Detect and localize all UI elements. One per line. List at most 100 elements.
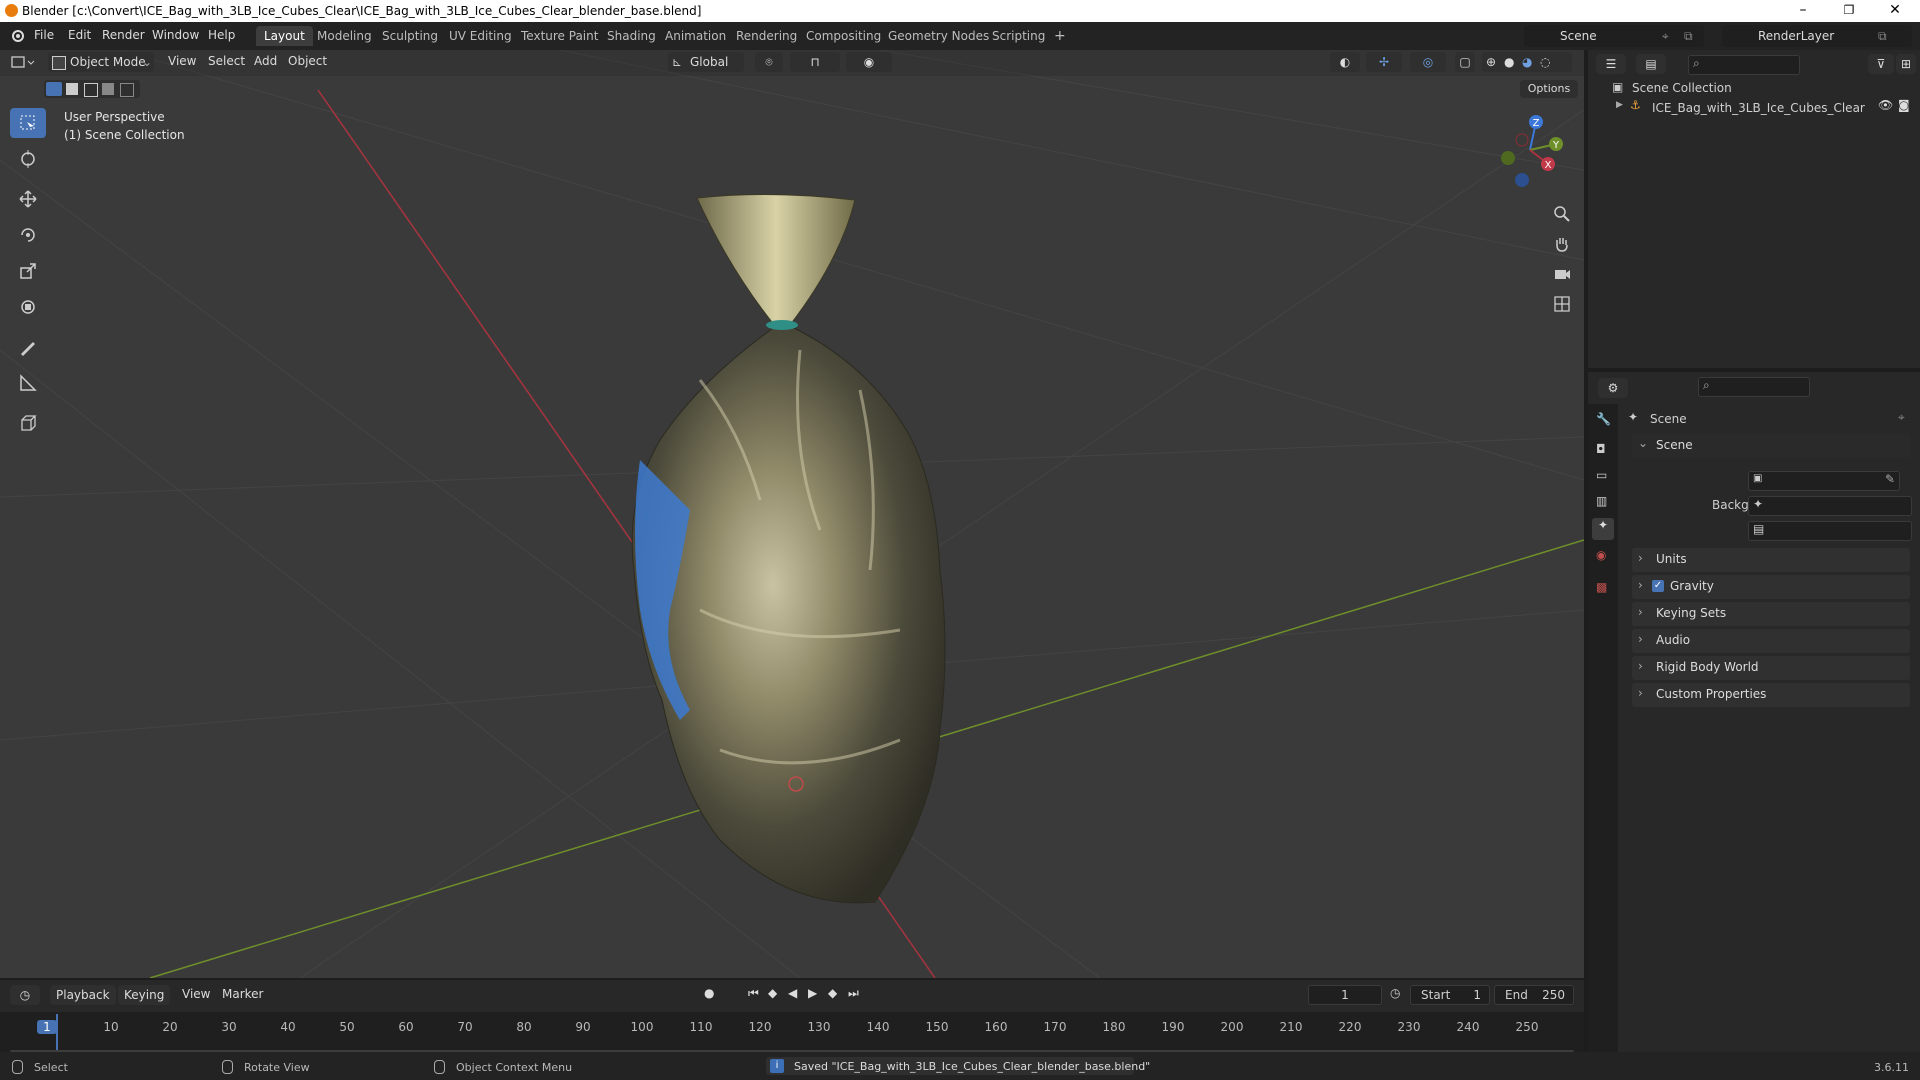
maximize-button[interactable]: ❐ xyxy=(1826,0,1872,22)
eyedropper-icon[interactable]: ✎ xyxy=(1885,472,1895,486)
view-layer-tab-icon[interactable]: ▥ xyxy=(1596,494,1607,508)
play-reverse-icon[interactable]: ◀ xyxy=(788,986,797,1000)
material-shading-icon[interactable]: ◕ xyxy=(1522,52,1532,72)
vp-menu-object[interactable]: Object xyxy=(288,54,327,68)
new-collection-icon[interactable]: ⊞ xyxy=(1896,54,1916,74)
outliner-item-ice-bag[interactable]: ICE_Bag_with_3LB_Ice_Cubes_Clear xyxy=(1652,101,1865,115)
tab-layout[interactable]: Layout xyxy=(256,26,313,46)
visibility-icon[interactable]: ◐ xyxy=(1330,52,1360,72)
record-icon[interactable]: ● xyxy=(704,986,714,1000)
vp-menu-view[interactable]: View xyxy=(168,54,196,68)
close-button[interactable]: ✕ xyxy=(1872,0,1918,22)
navigation-gizmo[interactable]: Z Y X xyxy=(1490,110,1570,190)
tab-sculpting[interactable]: Sculpting xyxy=(374,26,446,46)
tab-geometry-nodes[interactable]: Geometry Nodes xyxy=(880,26,997,46)
jump-start-icon[interactable]: ⏮ xyxy=(748,986,759,1001)
playhead[interactable] xyxy=(56,1014,58,1052)
scene-selector[interactable]: Scene ⌖ ⧉ xyxy=(1524,25,1704,47)
tab-scripting[interactable]: Scripting xyxy=(984,26,1053,46)
snap-icon[interactable]: ⊓ xyxy=(790,52,840,72)
camera-render-icon[interactable]: ◙ xyxy=(1898,98,1910,112)
scene-collection-label[interactable]: Scene Collection xyxy=(1632,81,1732,95)
gravity-checkbox[interactable]: ✓ xyxy=(1652,580,1664,592)
pivot-point-icon[interactable]: ⌾ xyxy=(755,52,783,72)
background-scene-field[interactable]: ✦ xyxy=(1748,496,1912,516)
select-subtract-icon[interactable] xyxy=(84,83,98,97)
timeline-menu-keying[interactable]: Keying xyxy=(118,985,171,1005)
panel-custom-properties[interactable]: › Custom Properties xyxy=(1632,683,1910,707)
vp-menu-add[interactable]: Add xyxy=(254,54,277,68)
scene-section-header[interactable]: ⌄ Scene xyxy=(1632,434,1910,458)
gizmo-toggle-icon[interactable]: ✢ xyxy=(1366,52,1402,72)
tab-shading[interactable]: Shading xyxy=(599,26,664,46)
tool-select-box[interactable] xyxy=(10,108,46,138)
render-tab-icon[interactable]: ◘ xyxy=(1596,442,1606,456)
new-scene-icon[interactable]: ⧉ xyxy=(1684,26,1693,46)
zoom-icon[interactable] xyxy=(1553,205,1571,223)
rendered-shading-icon[interactable]: ◌ xyxy=(1540,52,1550,72)
display-mode-icon[interactable]: ▤ xyxy=(1636,54,1666,74)
jump-keyframe-back-icon[interactable]: ◆ xyxy=(768,986,777,1000)
renderlayer-selector[interactable]: RenderLayer ⧉ xyxy=(1722,25,1912,47)
select-intersect-icon[interactable] xyxy=(120,83,134,97)
active-clip-field[interactable]: ▤ xyxy=(1748,521,1912,541)
end-frame-field[interactable]: End 250 xyxy=(1494,985,1574,1005)
select-extend-icon[interactable] xyxy=(66,83,78,95)
tool-move[interactable] xyxy=(10,184,46,214)
menu-file[interactable]: File xyxy=(34,28,54,42)
clock-icon[interactable]: ◷ xyxy=(1390,986,1400,1000)
play-icon[interactable]: ▶ xyxy=(808,986,817,1000)
menu-help[interactable]: Help xyxy=(208,28,235,42)
tool-rotate[interactable] xyxy=(10,220,46,250)
current-frame-field[interactable]: 1 xyxy=(1308,985,1382,1005)
panel-keying-sets[interactable]: › Keying Sets xyxy=(1632,602,1910,626)
minimize-button[interactable]: – xyxy=(1780,0,1826,22)
output-tab-icon[interactable]: ▭ xyxy=(1596,468,1607,482)
outliner-editor-type-icon[interactable]: ☰ xyxy=(1596,54,1626,74)
expand-arrow-icon[interactable]: ▶ xyxy=(1616,100,1623,110)
menu-render[interactable]: Render xyxy=(102,28,145,42)
tool-transform[interactable] xyxy=(10,292,46,322)
outliner-search-input[interactable]: ⌕ xyxy=(1688,55,1800,75)
timeline-menu-view[interactable]: View xyxy=(182,987,210,1001)
proportional-edit-icon[interactable]: ◉ xyxy=(846,52,892,72)
properties-search-input[interactable]: ⌕ xyxy=(1698,377,1810,397)
3d-viewport[interactable]: User Perspective (1) Scene Collection Z xyxy=(0,50,1586,978)
tab-texture-paint[interactable]: Texture Paint xyxy=(513,26,606,46)
select-invert-icon[interactable] xyxy=(102,83,114,95)
ice-bag-object[interactable] xyxy=(631,193,946,904)
panel-audio[interactable]: › Audio xyxy=(1632,629,1910,653)
tool-cursor[interactable] xyxy=(10,144,46,174)
tool-measure[interactable] xyxy=(10,368,46,398)
eye-icon[interactable]: 👁 xyxy=(1878,98,1893,112)
tab-uv-editing[interactable]: UV Editing xyxy=(441,26,520,46)
wireframe-shading-icon[interactable]: ⊕ xyxy=(1486,52,1496,72)
tab-compositing[interactable]: Compositing xyxy=(798,26,889,46)
xray-icon[interactable]: ▢ xyxy=(1455,52,1475,72)
camera-field[interactable]: ▣ ✎ xyxy=(1748,471,1900,491)
select-new-icon[interactable] xyxy=(46,82,62,96)
editor-type-icon[interactable] xyxy=(10,54,36,72)
panel-gravity[interactable]: › ✓ Gravity xyxy=(1632,575,1910,599)
panel-units[interactable]: › Units xyxy=(1632,548,1910,572)
tool-tab-icon[interactable]: 🔧 xyxy=(1596,412,1611,426)
camera-view-icon[interactable] xyxy=(1553,265,1571,283)
jump-end-icon[interactable]: ⏭ xyxy=(848,986,859,1001)
overlay-toggle-icon[interactable]: ◎ xyxy=(1410,52,1446,72)
mode-dropdown[interactable]: Object Mode ⌄ xyxy=(48,52,154,72)
timeline-menu-marker[interactable]: Marker xyxy=(222,987,263,1001)
panel-rigid-body-world[interactable]: › Rigid Body World xyxy=(1632,656,1910,680)
new-renderlayer-icon[interactable]: ⧉ xyxy=(1878,26,1887,46)
filter-icon[interactable]: ⊽ xyxy=(1868,54,1894,74)
tab-animation[interactable]: Animation xyxy=(657,26,734,46)
menu-window[interactable]: Window xyxy=(152,28,199,42)
properties-editor-type-icon[interactable]: ⚙ xyxy=(1598,378,1628,398)
timeline-menu-playback[interactable]: Playback xyxy=(50,985,116,1005)
tool-annotate[interactable] xyxy=(10,332,46,362)
tab-rendering[interactable]: Rendering xyxy=(728,26,805,46)
solid-shading-icon[interactable]: ● xyxy=(1504,52,1514,72)
vp-menu-select[interactable]: Select xyxy=(208,54,245,68)
props-pin-icon[interactable]: ⌖ xyxy=(1898,410,1905,425)
shading-modes[interactable]: ⊕ ● ◕ ◌ xyxy=(1482,52,1572,72)
menu-edit[interactable]: Edit xyxy=(68,28,91,42)
